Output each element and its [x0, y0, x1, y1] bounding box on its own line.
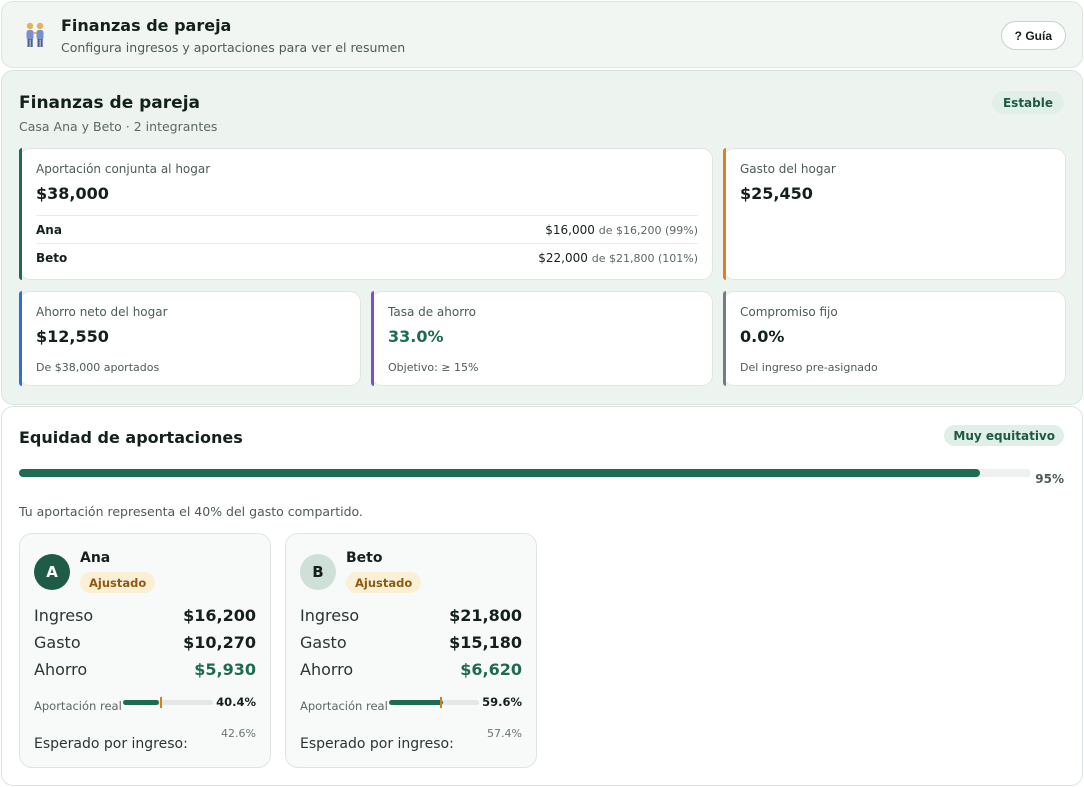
income-row: Ingreso $16,200	[34, 606, 256, 625]
equity-progress-bar	[19, 469, 1031, 477]
contribution-row-beto: Beto $22,000 de $21,800 (101%)	[36, 243, 698, 271]
household-expense-label: Gasto del hogar	[740, 162, 836, 176]
equity-note: Tu aportación representa el 40% del gast…	[19, 504, 363, 519]
savings-rate-note: Objetivo: ≥ 15%	[388, 361, 479, 374]
expected-marker	[439, 697, 442, 708]
income-row: Ingreso $21,800	[300, 606, 522, 625]
contribution-bar	[389, 697, 479, 708]
joint-contribution-label: Aportación conjunta al hogar	[36, 162, 211, 176]
household-summary-card: Finanzas de pareja Casa Ana y Beto · 2 i…	[1, 70, 1083, 405]
status-badge: Estable	[991, 91, 1064, 114]
app-title: Finanzas de pareja	[61, 16, 232, 35]
contribution-row-ana: Ana $16,000 de $16,200 (99%)	[36, 215, 698, 243]
expense-row: Gasto $10,270	[34, 633, 256, 652]
contribution-bar-fill	[389, 700, 443, 705]
member-amount-detail: de $16,200 (99%)	[598, 223, 698, 237]
member-amount: $22,000	[538, 250, 588, 265]
net-savings-label: Ahorro neto del hogar	[36, 305, 168, 319]
member-name: Beto	[36, 250, 68, 265]
savings-row: Ahorro $6,620	[300, 660, 522, 679]
member-amount: $16,000	[545, 222, 595, 237]
savings-rate-value: 33.0%	[388, 327, 444, 346]
contribution-label: Aportación real	[300, 699, 388, 713]
savings-value: $6,620	[460, 660, 522, 679]
income-value: $16,200	[183, 606, 256, 625]
member-name: Ana	[36, 222, 62, 237]
contribution-equity-card: Equidad de aportaciones Muy equitativo 9…	[1, 406, 1083, 786]
income-value: $21,800	[449, 606, 522, 625]
income-label: Ingreso	[300, 606, 360, 625]
contribution-value: 40.4%	[216, 695, 256, 709]
equity-badge: Muy equitativo	[944, 425, 1064, 446]
household-expense-value: $25,450	[740, 184, 813, 203]
income-label: Ingreso	[34, 606, 94, 625]
contribution-bar-fill	[123, 700, 160, 705]
couple-icon	[23, 21, 47, 49]
expected-label: Esperado por ingreso:	[34, 736, 188, 752]
avatar: A	[34, 554, 70, 590]
member-amount-detail: de $21,800 (101%)	[591, 251, 698, 265]
savings-rate-card: Tasa de ahorro 33.0% Objetivo: ≥ 15%	[371, 291, 713, 386]
net-savings-value: $12,550	[36, 327, 109, 346]
savings-rate-label: Tasa de ahorro	[388, 305, 476, 319]
equity-progress-fill	[19, 469, 981, 477]
net-savings-card: Ahorro neto del hogar $12,550 De $38,000…	[19, 291, 361, 386]
summary-title: Finanzas de pareja	[19, 93, 200, 113]
app-header: Finanzas de pareja Configura ingresos y …	[1, 1, 1083, 68]
member-card-beto: B Beto Ajustado Ingreso $21,800 Gasto $1…	[285, 533, 537, 768]
household-expense-card: Gasto del hogar $25,450	[723, 148, 1066, 280]
contribution-label: Aportación real	[34, 699, 122, 713]
member-status-badge: Ajustado	[346, 572, 422, 593]
contribution-bar	[123, 697, 213, 708]
joint-contribution-value: $38,000	[36, 184, 109, 203]
member-card-ana: A Ana Ajustado Ingreso $16,200 Gasto $10…	[19, 533, 271, 768]
fixed-commitment-value: 0.0%	[740, 327, 785, 346]
equity-title: Equidad de aportaciones	[19, 428, 243, 447]
savings-label: Ahorro	[34, 660, 88, 679]
equity-progress-label: 95%	[1035, 472, 1064, 486]
savings-label: Ahorro	[300, 660, 354, 679]
expected-value: 57.4%	[487, 727, 522, 740]
savings-value: $5,930	[194, 660, 256, 679]
fixed-commitment-note: Del ingreso pre-asignado	[740, 361, 878, 374]
guide-button[interactable]: ? Guía	[1000, 21, 1066, 50]
net-savings-note: De $38,000 aportados	[36, 361, 160, 374]
expected-label: Esperado por ingreso:	[300, 736, 454, 752]
fixed-commitment-label: Compromiso fijo	[740, 305, 838, 319]
expense-label: Gasto	[34, 633, 81, 652]
fixed-commitment-card: Compromiso fijo 0.0% Del ingreso pre-asi…	[723, 291, 1066, 386]
expected-marker	[160, 697, 163, 708]
expense-value: $10,270	[183, 633, 256, 652]
summary-subtitle: Casa Ana y Beto · 2 integrantes	[19, 119, 218, 134]
expense-value: $15,180	[449, 633, 522, 652]
contribution-value: 59.6%	[482, 695, 522, 709]
member-name: Ana	[80, 550, 111, 566]
savings-row: Ahorro $5,930	[34, 660, 256, 679]
joint-contribution-card: Aportación conjunta al hogar $38,000 Ana…	[19, 148, 713, 280]
expected-value: 42.6%	[221, 727, 256, 740]
member-name: Beto	[346, 550, 383, 566]
expense-row: Gasto $15,180	[300, 633, 522, 652]
member-amount-group: $22,000 de $21,800 (101%)	[538, 251, 698, 265]
member-status-badge: Ajustado	[80, 572, 156, 593]
avatar: B	[300, 554, 336, 590]
app-subtitle: Configura ingresos y aportaciones para v…	[61, 40, 406, 55]
expense-label: Gasto	[300, 633, 347, 652]
member-amount-group: $16,000 de $16,200 (99%)	[545, 223, 698, 237]
